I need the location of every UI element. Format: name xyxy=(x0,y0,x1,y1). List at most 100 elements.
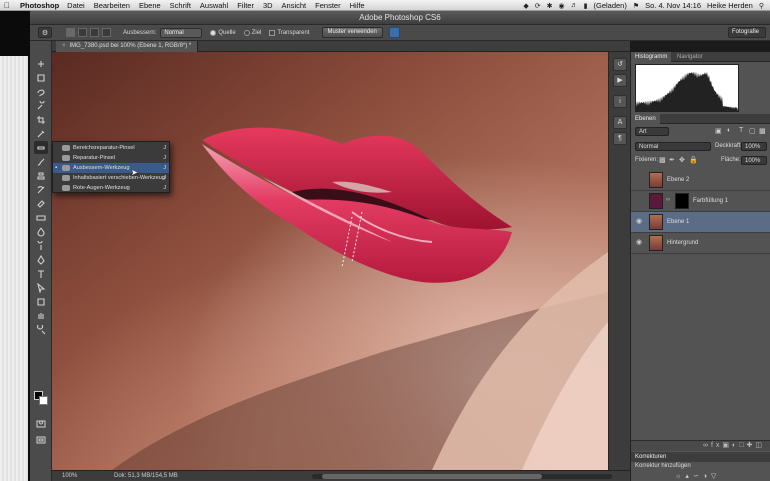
layer-name[interactable]: Ebene 1 xyxy=(667,219,689,225)
eye-icon[interactable]: ◉ xyxy=(635,239,643,247)
paragraph-panel-icon[interactable]: ¶ xyxy=(613,132,627,145)
character-panel-icon[interactable]: A xyxy=(613,116,627,129)
shape-tool-icon[interactable] xyxy=(34,295,48,308)
workspace-switcher[interactable]: Fotografie xyxy=(728,27,766,38)
pen-tool-icon[interactable] xyxy=(34,253,48,266)
menu-filter[interactable]: Filter xyxy=(237,1,254,10)
transparent-checkbox[interactable] xyxy=(269,29,276,36)
volume-icon[interactable]: ♬ xyxy=(571,2,578,9)
filter-smart-icon[interactable]: ▩ xyxy=(759,127,766,135)
selection-new-icon[interactable] xyxy=(66,28,75,37)
gradient-tool-icon[interactable] xyxy=(34,211,48,224)
patch-mode-select[interactable]: Normal xyxy=(160,27,203,38)
menu-fenster[interactable]: Fenster xyxy=(315,1,340,10)
fill-color-thumbnail[interactable] xyxy=(649,193,663,209)
zoom-level[interactable]: 100% xyxy=(62,471,77,481)
menu-user[interactable]: Heike Herden xyxy=(707,1,753,10)
add-mask-icon[interactable]: ▣ xyxy=(722,442,732,449)
link-layers-icon[interactable]: ∞ xyxy=(703,442,711,449)
history-brush-icon[interactable] xyxy=(34,183,48,196)
source-radio[interactable] xyxy=(210,29,217,36)
bluetooth-icon[interactable]: ✱ xyxy=(547,2,553,10)
blur-tool-icon[interactable] xyxy=(34,225,48,238)
target-radio[interactable] xyxy=(243,29,250,36)
spotlight-icon[interactable]: ⚲ xyxy=(759,2,764,10)
flag-icon[interactable]: ⚑ xyxy=(633,2,639,10)
corrections-panel-title[interactable]: Korrekturen xyxy=(631,452,770,462)
filter-type-icon[interactable]: T xyxy=(739,127,743,134)
hand-tool-icon[interactable] xyxy=(34,309,48,322)
layer-name[interactable]: Ebene 2 xyxy=(667,177,689,183)
transparent-label[interactable]: Transparent xyxy=(277,30,309,36)
link-icon[interactable]: ∞ xyxy=(666,197,670,203)
layer-row[interactable]: Ebene 2 xyxy=(631,170,770,191)
filter-shape-icon[interactable]: ▢ xyxy=(749,127,756,135)
zoom-tool-icon[interactable] xyxy=(34,323,48,336)
menu-app-name[interactable]: Photoshop xyxy=(20,1,59,10)
lock-position-icon[interactable]: ✥ xyxy=(679,156,685,164)
layer-thumbnail[interactable] xyxy=(649,214,663,230)
document-canvas[interactable] xyxy=(52,52,608,470)
new-group-icon[interactable]: □ xyxy=(739,442,746,449)
crop-tool-icon[interactable] xyxy=(34,113,48,126)
layer-filter-select[interactable]: Art xyxy=(635,127,669,136)
flyout-item[interactable]: Rote-Augen-Werkzeug J xyxy=(53,183,169,193)
pattern-picker[interactable] xyxy=(388,27,400,38)
visibility-toggle[interactable] xyxy=(635,176,643,184)
filter-pixel-icon[interactable]: ▣ xyxy=(715,127,722,135)
lock-transparency-icon[interactable]: ▩ xyxy=(659,156,666,164)
layer-row[interactable]: ◉ Hintergrund xyxy=(631,233,770,254)
tab-layers[interactable]: Ebenen xyxy=(631,114,660,124)
tab-histogram[interactable]: Histogramm xyxy=(631,52,672,62)
document-tab[interactable]: × IMG_7380.psd bei 100% (Ebene 1, RGB/8*)… xyxy=(56,41,199,52)
layer-row[interactable]: ∞ Farbfüllung 1 xyxy=(631,191,770,212)
layer-name[interactable]: Farbfüllung 1 xyxy=(693,198,728,204)
eye-icon[interactable]: ◉ xyxy=(635,218,643,226)
layer-name[interactable]: Hintergrund xyxy=(667,240,698,246)
blend-mode-select[interactable]: Normal xyxy=(635,142,711,151)
healing-tool-icon[interactable] xyxy=(34,141,48,154)
vibrance-icon[interactable]: ▽ xyxy=(711,473,720,480)
menu-ansicht[interactable]: Ansicht xyxy=(282,1,307,10)
path-select-tool-icon[interactable] xyxy=(34,281,48,294)
dodge-tool-icon[interactable] xyxy=(34,239,48,252)
close-icon[interactable]: × xyxy=(62,43,66,49)
battery-icon[interactable]: ▮ xyxy=(584,2,588,10)
sync-icon[interactable]: ⟳ xyxy=(535,2,541,10)
selection-add-icon[interactable] xyxy=(78,28,87,37)
quick-mask-icon[interactable] xyxy=(34,417,48,430)
menu-auswahl[interactable]: Auswahl xyxy=(200,1,228,10)
stamp-tool-icon[interactable] xyxy=(34,169,48,182)
lock-all-icon[interactable]: 🔒 xyxy=(689,156,698,164)
lock-pixels-icon[interactable]: ✒ xyxy=(669,156,675,164)
fill-input[interactable]: 100% xyxy=(741,156,767,165)
lasso-tool-icon[interactable] xyxy=(34,85,48,98)
curves-icon[interactable]: ∽ xyxy=(693,473,703,480)
history-panel-icon[interactable]: ↺ xyxy=(613,58,627,71)
tab-navigator[interactable]: Navigator xyxy=(673,52,707,62)
selection-intersect-icon[interactable] xyxy=(102,28,111,37)
flyout-item[interactable]: Reparatur-Pinsel J xyxy=(53,153,169,163)
fx-icon[interactable]: fx xyxy=(711,442,722,449)
quick-select-tool-icon[interactable] xyxy=(34,99,48,112)
menu-schrift[interactable]: Schrift xyxy=(170,1,191,10)
layer-row[interactable]: ◉ Ebene 1 xyxy=(631,212,770,233)
layer-mask-thumbnail[interactable] xyxy=(675,193,689,209)
tool-preset-picker[interactable]: ⚙ xyxy=(38,27,52,38)
selection-subtract-icon[interactable] xyxy=(90,28,99,37)
opacity-input[interactable]: 100% xyxy=(741,142,767,151)
menu-3d[interactable]: 3D xyxy=(263,1,273,10)
brush-tool-icon[interactable] xyxy=(34,155,48,168)
menu-clock[interactable]: So. 4. Nov 14:16 xyxy=(645,1,701,10)
apple-icon[interactable]:  xyxy=(4,1,14,10)
brightness-icon[interactable]: ☼ xyxy=(675,473,685,480)
eyedropper-tool-icon[interactable] xyxy=(34,127,48,140)
filter-adjustment-icon[interactable]: ◐ xyxy=(727,127,731,134)
wifi-icon[interactable]: ◉ xyxy=(559,2,565,10)
menu-ebene[interactable]: Ebene xyxy=(139,1,161,10)
source-label[interactable]: Quelle xyxy=(218,30,235,36)
flyout-item[interactable]: ▪ Ausbessern-Werkzeug J xyxy=(53,163,169,173)
horizontal-scrollbar[interactable] xyxy=(312,474,612,479)
marquee-tool-icon[interactable] xyxy=(34,71,48,84)
use-pattern-button[interactable]: Muster verwenden xyxy=(321,27,383,38)
